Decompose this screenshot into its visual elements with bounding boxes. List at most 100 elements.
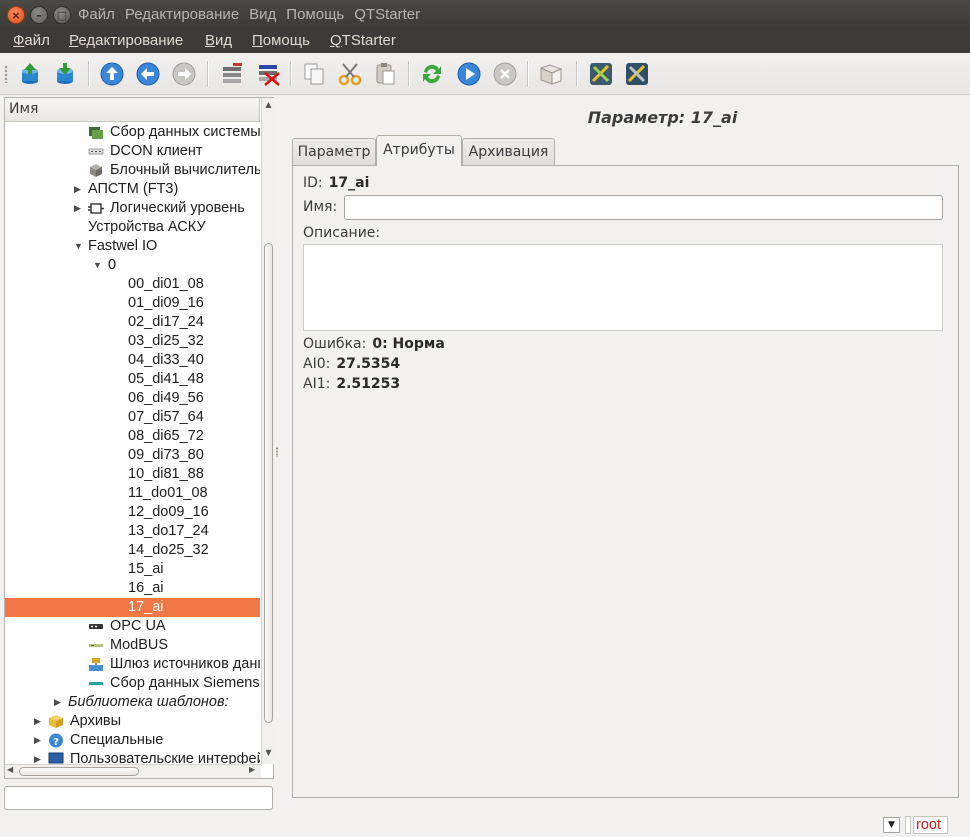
expand-arrow-icon[interactable]: ▶ — [74, 199, 84, 218]
tab-parameter[interactable]: Параметр — [292, 138, 376, 165]
window-title-word: QTStarter — [354, 6, 421, 23]
tab-archiving[interactable]: Архивация — [462, 138, 555, 165]
stop-icon[interactable] — [492, 61, 518, 87]
scroll-up-icon[interactable]: ▲ — [263, 100, 274, 114]
tree-filter-input[interactable] — [4, 786, 273, 810]
tree-item[interactable]: 00_di01_08 — [5, 275, 260, 294]
db-load-icon[interactable] — [17, 61, 43, 87]
item-add-icon[interactable] — [219, 61, 245, 87]
tree-item[interactable]: Шлюз источников данных — [5, 655, 260, 674]
expand-arrow-icon[interactable]: ▶ — [34, 731, 44, 750]
close-window-button[interactable]: × — [7, 6, 25, 24]
tree-vertical-scrollbar[interactable]: ▲ ▼ — [261, 98, 274, 764]
tree-item[interactable]: OPC UA — [5, 617, 260, 636]
name-input[interactable] — [344, 195, 943, 220]
tree-item-label: 08_di65_72 — [128, 428, 204, 444]
tree-item[interactable]: 03_di25_32 — [5, 332, 260, 351]
tree-item-label: Шлюз источников данных — [110, 656, 260, 672]
menu-qtstarter[interactable]: QTStarter — [330, 32, 396, 49]
error-row: Ошибка: 0: Норма — [303, 336, 445, 352]
tree-item[interactable]: 11_do01_08 — [5, 484, 260, 503]
tree-item[interactable]: 06_di49_56 — [5, 389, 260, 408]
tab-attributes[interactable]: Атрибуты — [376, 135, 462, 166]
title-bar: × – □ Файл Редактирование Вид Помощь QTStart… — [0, 0, 970, 30]
expand-arrow-icon[interactable]: ▶ — [34, 712, 44, 731]
up-icon[interactable] — [99, 61, 125, 87]
tree-item[interactable]: Устройства АСКУ — [5, 218, 260, 237]
copy-icon[interactable] — [301, 61, 327, 87]
tool-b-icon[interactable] — [624, 61, 650, 87]
chevron-down-icon[interactable]: ▼ — [883, 817, 900, 833]
tree-item[interactable]: 02_di17_24 — [5, 313, 260, 332]
maximize-window-button[interactable]: □ — [53, 6, 71, 24]
toolbar-separator — [207, 61, 209, 87]
tree-item[interactable]: Сбор данных системы — [5, 123, 260, 142]
tree-item[interactable]: DCON клиент — [5, 142, 260, 161]
tree-item[interactable]: ▶ АПСТМ (FT3) — [5, 180, 260, 199]
tree-item[interactable]: 09_di73_80 — [5, 446, 260, 465]
description-field[interactable] — [303, 244, 943, 331]
tree-item[interactable]: 01_di09_16 — [5, 294, 260, 313]
tree-item[interactable]: 10_di81_88 — [5, 465, 260, 484]
tree-item-label: 06_di49_56 — [128, 390, 204, 406]
db-save-icon[interactable] — [52, 61, 78, 87]
expand-arrow-icon[interactable]: ▶ — [54, 693, 64, 712]
menu-help[interactable]: Помощь — [252, 32, 310, 49]
tree-item-label: 0 — [108, 257, 117, 273]
tree-item[interactable]: 07_di57_64 — [5, 408, 260, 427]
tree-item[interactable]: 08_di65_72 — [5, 427, 260, 446]
start-icon[interactable] — [456, 61, 482, 87]
tree-item[interactable]: ▼ 0 — [5, 256, 260, 275]
scroll-right-icon[interactable]: ▶ — [249, 765, 255, 774]
forward-icon[interactable] — [171, 61, 197, 87]
tree-horizontal-scrollbar[interactable]: ◀ ▶ — [5, 764, 261, 778]
item-delete-icon[interactable] — [255, 61, 281, 87]
tree-item[interactable]: ▶ Библиотека шаблонов: — [5, 693, 260, 712]
tree-item-label: Сбор данных Siemens — [110, 675, 260, 691]
splitter-grip — [276, 447, 278, 457]
menu-view[interactable]: Вид — [205, 32, 232, 49]
tree-item-label: 05_di41_48 — [128, 371, 204, 387]
status-separator — [905, 816, 911, 834]
toolbar-grip[interactable] — [4, 65, 8, 83]
tool-a-icon[interactable] — [588, 61, 614, 87]
minimize-window-button[interactable]: – — [30, 6, 48, 24]
expand-arrow-icon[interactable]: ▶ — [74, 180, 84, 199]
tree-item-label: 01_di09_16 — [128, 295, 204, 311]
id-row: ID: 17_ai — [303, 175, 369, 191]
tree-item[interactable]: 16_ai — [5, 579, 260, 598]
tree-item[interactable]: ▼ Fastwel IO — [5, 237, 260, 256]
collapse-arrow-icon[interactable]: ▼ — [74, 237, 84, 256]
tree-item[interactable]: ▶ Архивы — [5, 712, 260, 731]
menu-edit[interactable]: Редактирование — [69, 32, 183, 49]
collapse-arrow-icon[interactable]: ▼ — [93, 256, 103, 275]
tree-item[interactable]: 12_do09_16 — [5, 503, 260, 522]
tree-item[interactable]: 04_di33_40 — [5, 351, 260, 370]
scrollbar-thumb[interactable] — [264, 243, 273, 723]
tree-item[interactable]: Блочный вычислитель — [5, 161, 260, 180]
tree-item-label: 12_do09_16 — [128, 504, 209, 520]
tree-item[interactable]: ModBUS — [5, 636, 260, 655]
back-icon[interactable] — [135, 61, 161, 87]
tree-item[interactable]: ▶ Логический уровень — [5, 199, 260, 218]
tree-item[interactable]: 13_do17_24 — [5, 522, 260, 541]
current-user[interactable]: root — [913, 816, 948, 834]
tree-header[interactable]: Имя — [5, 98, 260, 122]
scroll-left-icon[interactable]: ◀ — [7, 765, 13, 774]
toolbar-separator — [290, 61, 292, 87]
siemens-icon — [89, 682, 103, 685]
tree-item[interactable]: 05_di41_48 — [5, 370, 260, 389]
menu-file[interactable]: Файл — [13, 32, 50, 49]
paste-icon[interactable] — [372, 61, 398, 87]
manual-icon[interactable] — [538, 61, 564, 87]
tree-item[interactable]: 15_ai — [5, 560, 260, 579]
tree-item[interactable]: Сбор данных Siemens — [5, 674, 260, 693]
cut-icon[interactable] — [337, 61, 363, 87]
tree-item[interactable]: 14_do25_32 — [5, 541, 260, 560]
refresh-icon[interactable] — [419, 61, 445, 87]
block-calculator-icon — [90, 164, 102, 177]
scroll-down-icon[interactable]: ▼ — [263, 748, 274, 762]
tree-item[interactable]: ▶ ? Специальные — [5, 731, 260, 750]
scrollbar-thumb[interactable] — [19, 767, 139, 776]
tree-item-selected[interactable]: 17_ai — [5, 598, 260, 617]
